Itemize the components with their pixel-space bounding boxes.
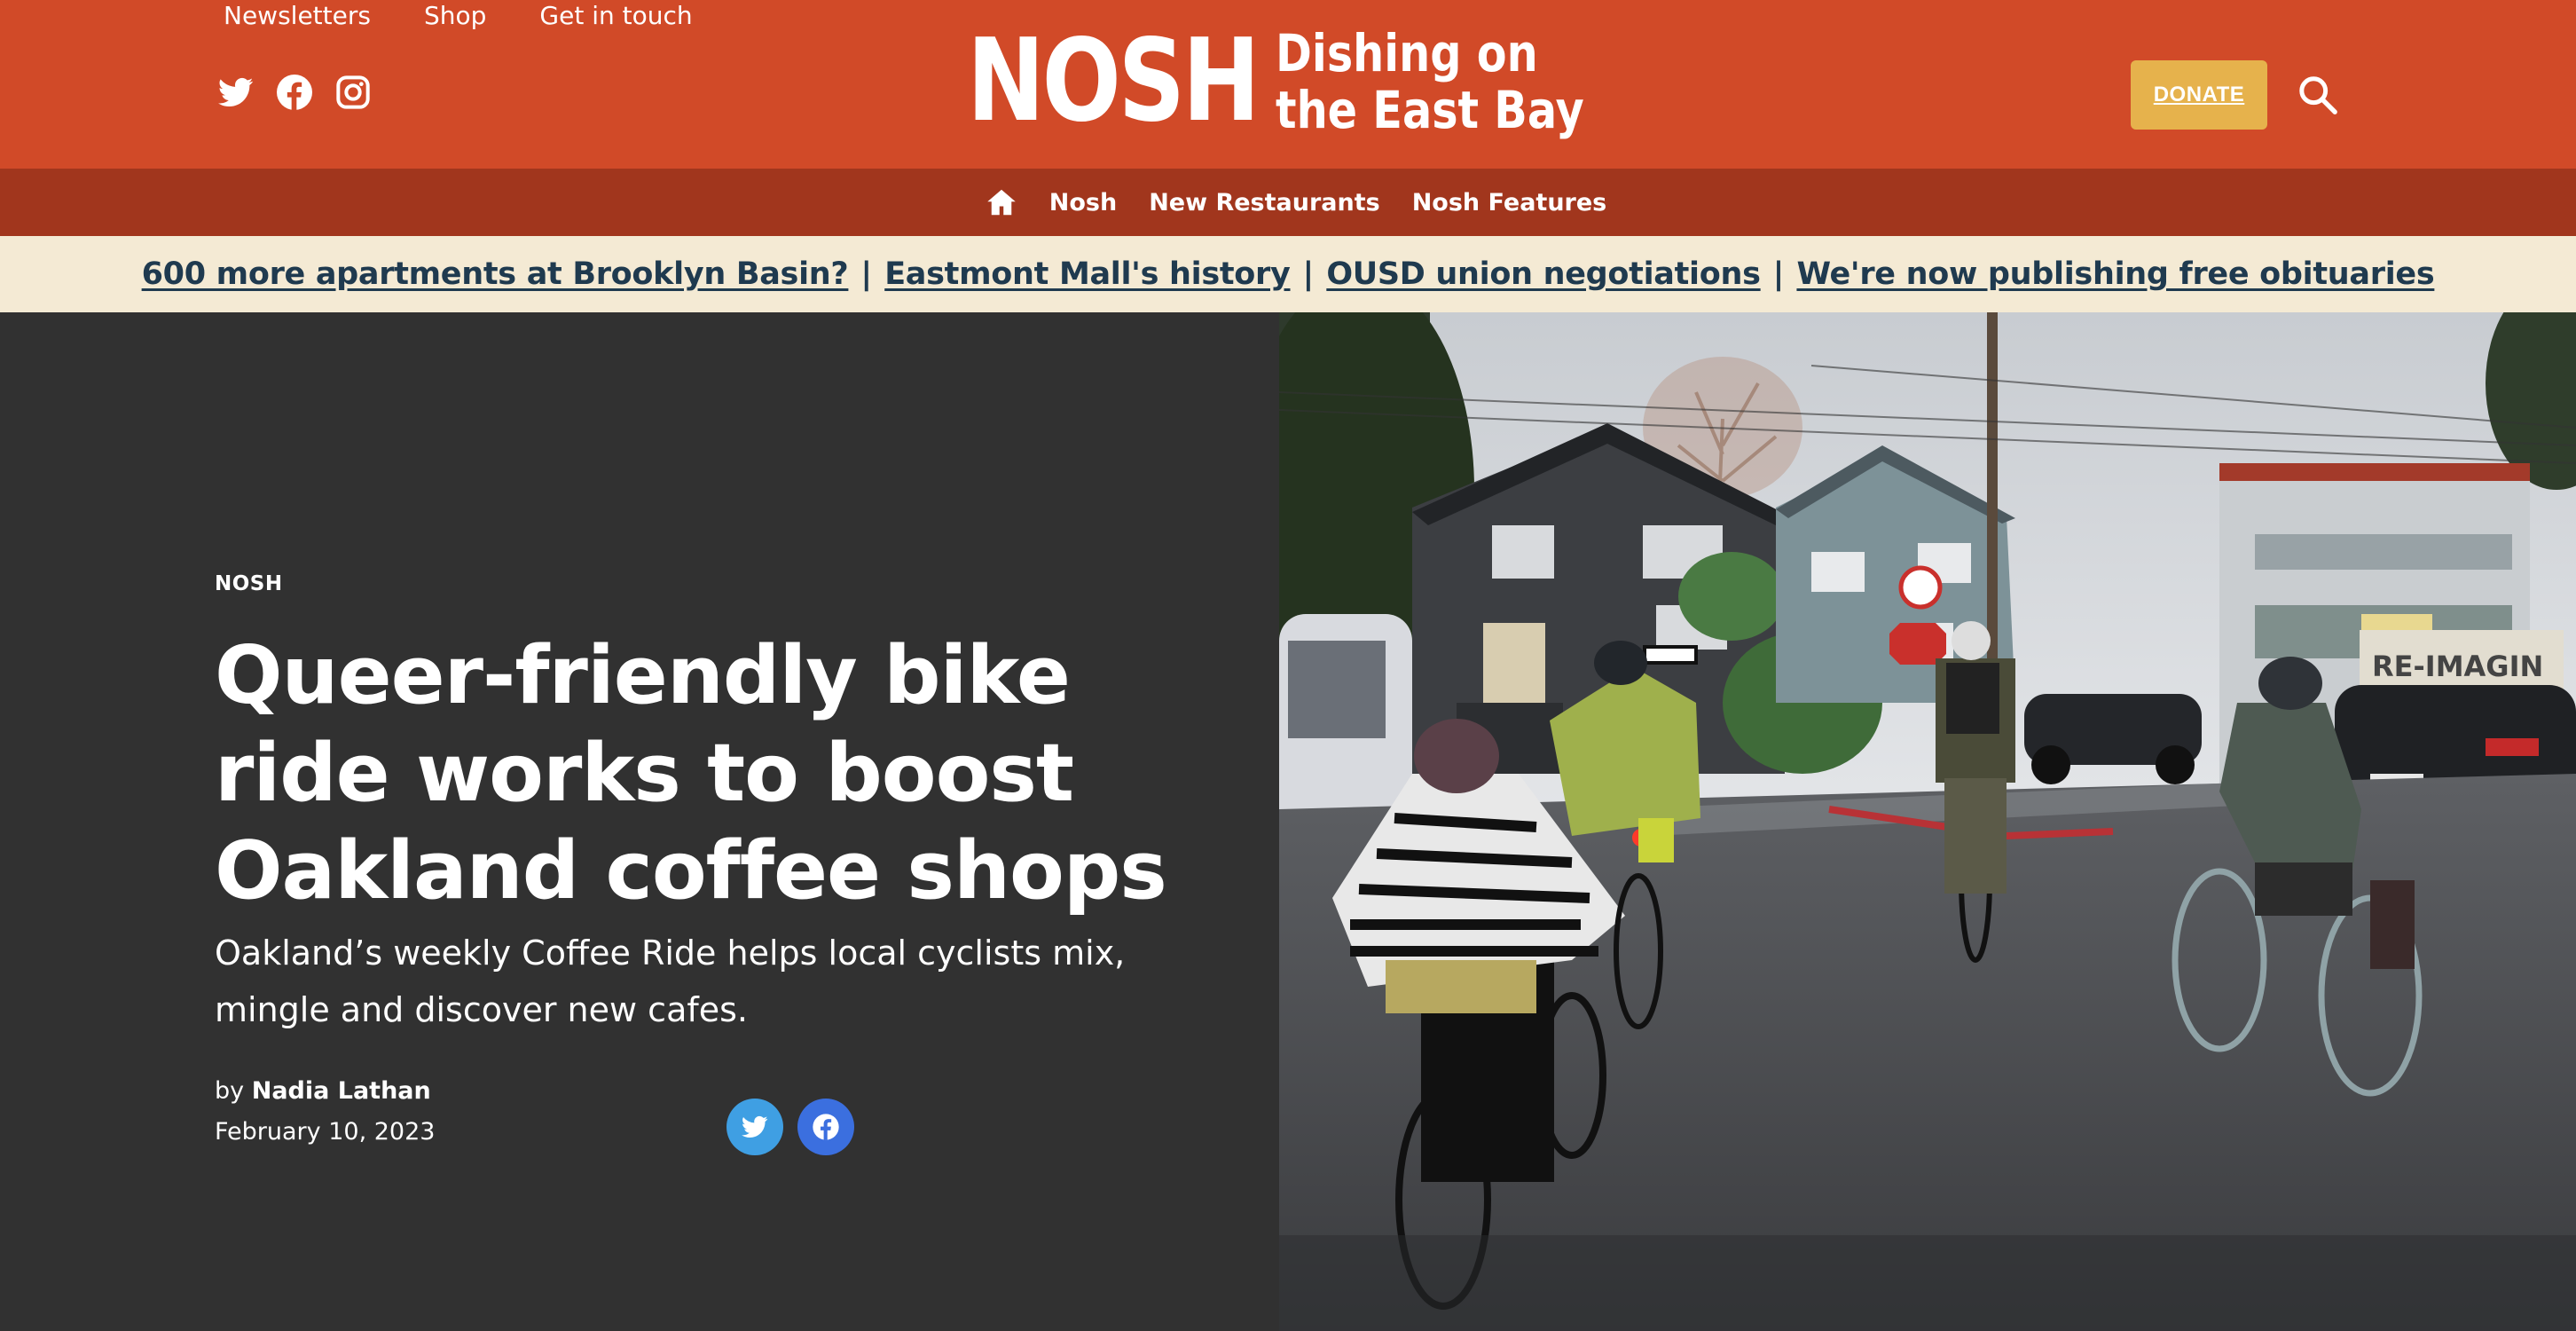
search-icon[interactable] <box>2297 75 2338 115</box>
primary-nav: Nosh New Restaurants Nosh Features <box>0 169 2576 236</box>
social-links <box>218 75 371 110</box>
trending-link-obituaries[interactable]: We're now publishing free obituaries <box>1796 256 2434 292</box>
share-facebook-button[interactable] <box>797 1099 854 1155</box>
donate-button[interactable]: DONATE <box>2131 60 2267 130</box>
instagram-icon[interactable] <box>335 75 371 110</box>
nav-item-new-restaurants[interactable]: New Restaurants <box>1149 189 1380 217</box>
site-header: Newsletters Shop Get in touch NOSH Dishi… <box>0 0 2576 169</box>
trending-separator: | <box>860 256 873 292</box>
article-hero-photo: RE-IMAGIN <box>1279 312 2576 1331</box>
article-byline: by Nadia Lathan February 10, 2023 <box>215 1071 435 1153</box>
article-headline: Queer-friendly bike ride works to boost … <box>215 629 1167 918</box>
nav-item-nosh[interactable]: Nosh <box>1049 189 1117 217</box>
facebook-icon <box>813 1114 839 1140</box>
banner-text: RE-IMAGIN <box>2372 650 2543 683</box>
twitter-icon <box>742 1115 768 1138</box>
tagline-line-2: the East Bay <box>1276 80 1584 140</box>
publish-date: February 10, 2023 <box>215 1118 436 1146</box>
street-photo-illustration: RE-IMAGIN <box>1279 312 2576 1331</box>
site-logo[interactable]: NOSH Dishing on the East Bay <box>967 20 1638 144</box>
home-icon[interactable] <box>986 186 1017 218</box>
article-category[interactable]: NOSH <box>215 572 283 595</box>
twitter-icon[interactable] <box>218 75 254 110</box>
byline-prefix: by <box>215 1077 245 1105</box>
get-in-touch-link[interactable]: Get in touch <box>539 0 692 32</box>
article-dek: Oakland’s weekly Coffee Ride helps local… <box>215 933 1126 1029</box>
trending-link-ousd-union[interactable]: OUSD union negotiations <box>1326 256 1761 292</box>
trending-separator: | <box>1302 256 1315 292</box>
utility-links: Newsletters Shop Get in touch <box>224 0 693 32</box>
logo-wordmark: NOSH <box>967 15 1261 147</box>
tagline-line-1: Dishing on <box>1276 23 1538 83</box>
newsletters-link[interactable]: Newsletters <box>224 0 371 32</box>
share-buttons <box>726 1099 854 1155</box>
trending-bar: 600 more apartments at Brooklyn Basin? |… <box>0 236 2576 312</box>
shop-link[interactable]: Shop <box>424 0 486 32</box>
trending-link-eastmont-mall[interactable]: Eastmont Mall's history <box>884 256 1291 292</box>
article-hero-text: NOSH Queer-friendly bike ride works to b… <box>0 312 1279 1331</box>
share-twitter-button[interactable] <box>726 1099 783 1155</box>
logo-tagline: Dishing on the East Bay <box>1276 25 1584 138</box>
facebook-icon[interactable] <box>277 75 312 110</box>
trending-separator: | <box>1772 256 1785 292</box>
author-name[interactable]: Nadia Lathan <box>252 1077 431 1105</box>
trending-link-brooklyn-basin[interactable]: 600 more apartments at Brooklyn Basin? <box>142 256 849 292</box>
nav-item-nosh-features[interactable]: Nosh Features <box>1412 189 1607 217</box>
